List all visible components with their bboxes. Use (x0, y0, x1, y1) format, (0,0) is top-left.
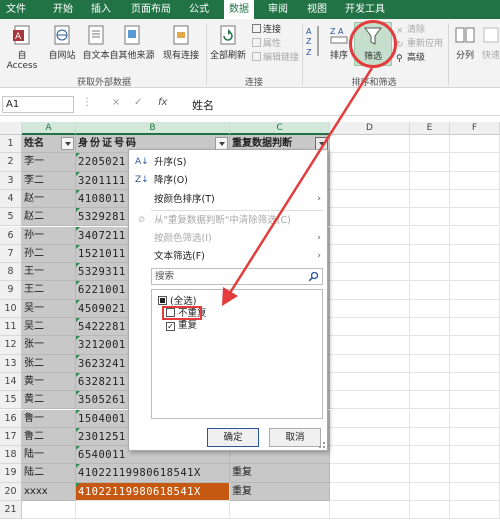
annotation-arrow (222, 67, 374, 306)
